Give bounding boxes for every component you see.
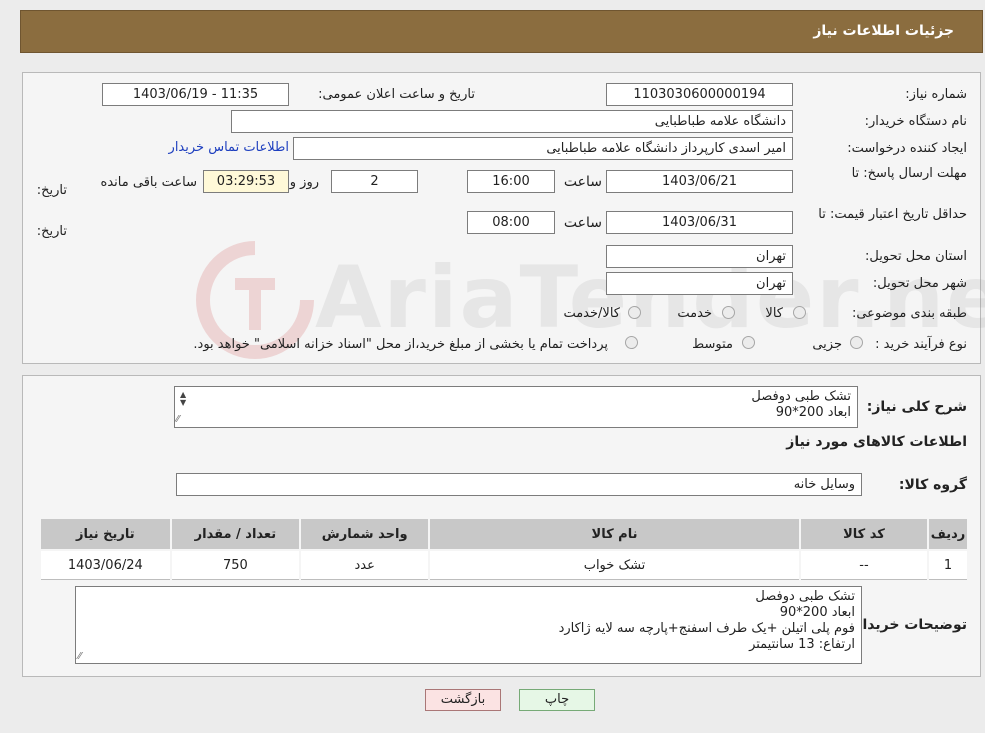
- summary-resize-icon[interactable]: ⁄⁄: [176, 414, 179, 425]
- col-header-name: نام کالا: [428, 517, 801, 551]
- summary-scroll-down-icon[interactable]: ▼: [180, 398, 186, 407]
- summary-line: تشک طبی دوفصل: [751, 389, 851, 404]
- city-field: تهران: [606, 272, 793, 295]
- col-header-quantity: تعداد / مقدار: [169, 517, 302, 551]
- validity-date-field: 1403/06/31: [606, 211, 793, 234]
- validity-label-line2: تاریخ:: [36, 224, 67, 239]
- buyer-notes-line: فوم پلی اتیلن +یک طرف اسفنج+پارچه سه لای…: [558, 621, 855, 636]
- process-option-minor: جزیی: [812, 337, 842, 352]
- deadline-days-field: 2: [331, 170, 418, 193]
- creator-field: امیر اسدی کارپرداز دانشگاه علامه طباطبای…: [293, 137, 793, 160]
- col-header-date: تاریخ نیاز: [39, 517, 172, 551]
- need-number-field: 1103030600000194: [606, 83, 793, 106]
- page-title: جزئیات اطلاعات نیاز: [813, 23, 954, 39]
- creator-label: ایجاد کننده درخواست:: [847, 141, 967, 156]
- cell-unit: عدد: [299, 549, 431, 580]
- print-button[interactable]: چاپ: [519, 689, 595, 711]
- process-radio-minor[interactable]: [850, 336, 863, 349]
- need-number-label: شماره نیاز:: [905, 87, 967, 102]
- buyer-notes-resize-icon[interactable]: ⁄⁄: [78, 651, 81, 662]
- announce-date-field: 1403/06/19 - 11:35: [102, 83, 289, 106]
- buyer-notes-line: ابعاد 200*90: [779, 605, 855, 620]
- category-option-goods: کالا: [765, 306, 783, 321]
- remaining-time-field: 03:29:53: [203, 170, 289, 193]
- validity-time-label: ساعت: [563, 215, 602, 231]
- days-label: روز و: [289, 175, 319, 190]
- category-option-service: خدمت: [677, 306, 712, 321]
- buyer-org-field: دانشگاه علامه طباطبایی: [231, 110, 793, 133]
- remaining-label: ساعت باقی مانده: [100, 175, 197, 190]
- cell-date: 1403/06/24: [39, 549, 172, 580]
- goods-table: ردیف کد کالا نام کالا واحد شمارش تعداد /…: [39, 517, 969, 580]
- cell-row-num: 1: [927, 549, 969, 580]
- city-label: شهر محل تحویل:: [872, 276, 967, 291]
- category-radio-service[interactable]: [722, 306, 735, 319]
- cell-code: --: [798, 549, 930, 580]
- buyer-notes-textarea[interactable]: تشک طبی دوفصل ابعاد 200*90 فوم پلی اتیلن…: [75, 586, 862, 664]
- validity-time-field: 08:00: [467, 211, 555, 234]
- buyer-notes-label: توضیحات خریدار:: [848, 617, 967, 633]
- summary-label: شرح کلی نیاز:: [866, 399, 967, 415]
- page-header: جزئیات اطلاعات نیاز: [20, 10, 983, 53]
- process-note: پرداخت تمام یا بخشی از مبلغ خرید،از محل …: [193, 337, 608, 352]
- deadline-time-field: 16:00: [467, 170, 555, 193]
- category-label: طبقه بندی موضوعی:: [851, 306, 967, 321]
- goods-table-container: ردیف کد کالا نام کالا واحد شمارش تعداد /…: [39, 517, 969, 580]
- goods-group-field: وسایل خانه: [176, 473, 862, 496]
- deadline-label-line2: تاریخ:: [36, 183, 67, 198]
- col-header-code: کد کالا: [798, 517, 930, 551]
- buyer-contact-link[interactable]: اطلاعات تماس خریدار: [169, 140, 289, 155]
- category-option-goods-service: کالا/خدمت: [563, 306, 620, 321]
- category-radio-goods-service[interactable]: [628, 306, 641, 319]
- process-radio-medium[interactable]: [742, 336, 755, 349]
- buyer-notes-line: تشک طبی دوفصل: [755, 589, 855, 604]
- buyer-notes-line: ارتفاع: 13 سانتیمتر: [749, 637, 855, 652]
- deadline-label-line1: مهلت ارسال پاسخ: تا: [851, 166, 967, 181]
- deadline-time-label: ساعت: [563, 174, 602, 190]
- cell-quantity: 750: [169, 549, 302, 580]
- back-button[interactable]: بازگشت: [425, 689, 501, 711]
- table-header-row: ردیف کد کالا نام کالا واحد شمارش تعداد /…: [39, 517, 969, 551]
- deadline-date-field: 1403/06/21: [606, 170, 793, 193]
- announce-date-label: تاریخ و ساعت اعلان عمومی:: [318, 87, 475, 102]
- province-label: استان محل تحویل:: [865, 249, 967, 264]
- validity-label-line1: حداقل تاریخ اعتبار قیمت: تا: [818, 207, 967, 222]
- process-label: نوع فرآیند خرید :: [875, 337, 967, 352]
- goods-info-title: اطلاعات کالاهای مورد نیاز: [786, 434, 967, 450]
- col-header-row-num: ردیف: [927, 517, 969, 551]
- summary-line: ابعاد 200*90: [775, 405, 851, 420]
- buyer-org-label: نام دستگاه خریدار:: [864, 114, 967, 129]
- cell-name: تشک خواب: [428, 549, 801, 580]
- process-radio-treasury[interactable]: [625, 336, 638, 349]
- summary-textarea[interactable]: تشک طبی دوفصل ابعاد 200*90: [174, 386, 858, 428]
- province-field: تهران: [606, 245, 793, 268]
- process-option-medium: متوسط: [692, 337, 733, 352]
- col-header-unit: واحد شمارش: [299, 517, 431, 551]
- table-row[interactable]: 1 -- تشک خواب عدد 750 1403/06/24: [39, 549, 969, 580]
- goods-group-label: گروه کالا:: [898, 477, 967, 493]
- category-radio-goods[interactable]: [793, 306, 806, 319]
